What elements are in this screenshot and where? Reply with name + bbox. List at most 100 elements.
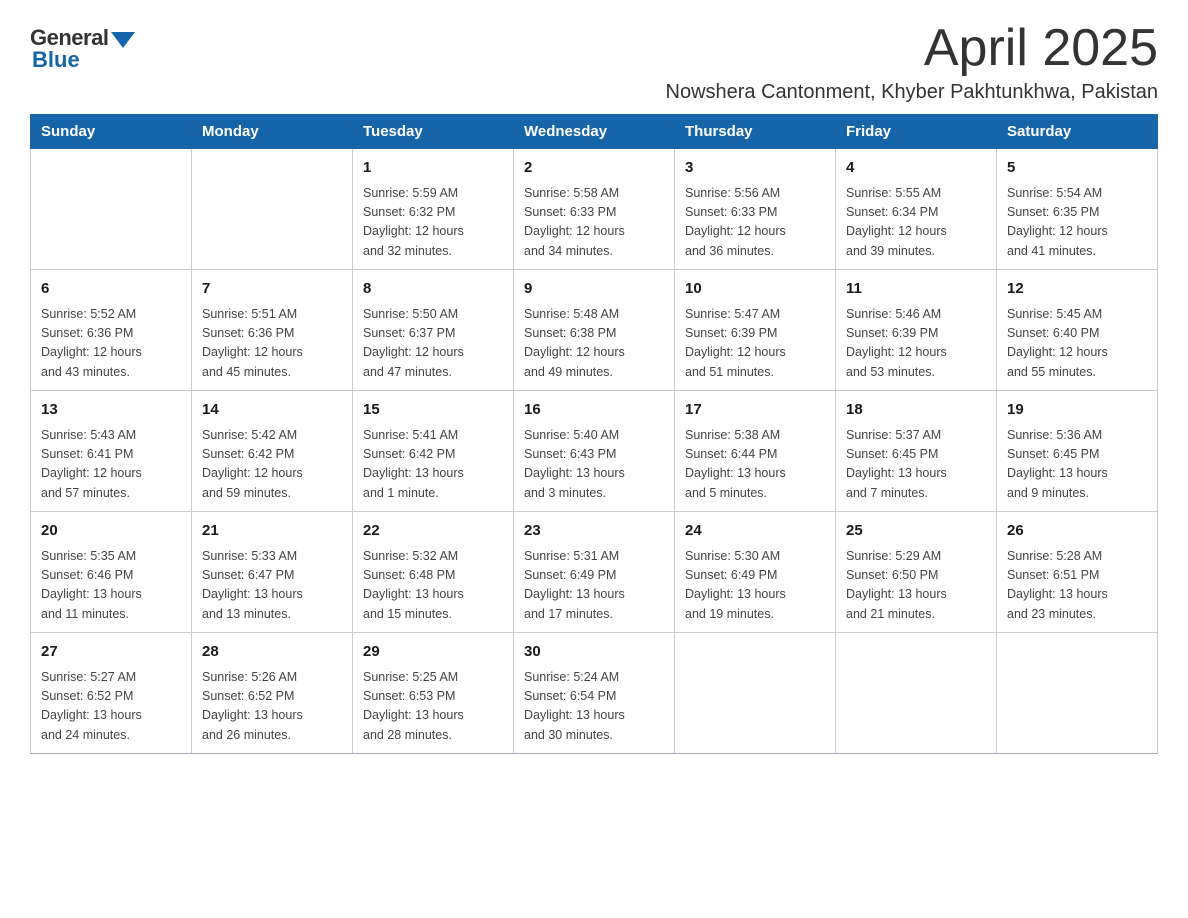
calendar-cell xyxy=(997,633,1158,754)
day-info: Sunrise: 5:27 AM Sunset: 6:52 PM Dayligh… xyxy=(41,668,181,746)
weekday-header-row: SundayMondayTuesdayWednesdayThursdayFrid… xyxy=(31,115,1158,149)
calendar-cell: 21Sunrise: 5:33 AM Sunset: 6:47 PM Dayli… xyxy=(192,512,353,633)
day-info: Sunrise: 5:55 AM Sunset: 6:34 PM Dayligh… xyxy=(846,184,986,262)
calendar-cell xyxy=(836,633,997,754)
calendar-cell: 12Sunrise: 5:45 AM Sunset: 6:40 PM Dayli… xyxy=(997,270,1158,391)
logo-blue-text: Blue xyxy=(32,47,80,73)
calendar-cell: 30 Sunrise: 5:24 AM Sunset: 6:54 PM Dayli… xyxy=(514,633,675,754)
calendar-week-row: 13 Sunrise: 5:43 AM Sunset: 6:41 PM Dayli… xyxy=(31,391,1158,512)
calendar-cell: 11Sunrise: 5:46 AM Sunset: 6:39 PM Dayli… xyxy=(836,270,997,391)
day-info: Sunrise: 5:51 AM Sunset: 6:36 PM Dayligh… xyxy=(202,305,342,383)
calendar-week-row: 6 Sunrise: 5:52 AM Sunset: 6:36 PM Daylig… xyxy=(31,270,1158,391)
day-info: Sunrise: 5:29 AM Sunset: 6:50 PM Dayligh… xyxy=(846,547,986,625)
day-number: 2 xyxy=(524,157,664,180)
day-info: Sunrise: 5:24 AM Sunset: 6:54 PM Dayligh… xyxy=(524,668,664,746)
day-info: Sunrise: 5:58 AM Sunset: 6:33 PM Dayligh… xyxy=(524,184,664,262)
day-info: Sunrise: 5:30 AM Sunset: 6:49 PM Dayligh… xyxy=(685,547,825,625)
day-number: 17 xyxy=(685,399,825,422)
calendar-cell: 29 Sunrise: 5:25 AM Sunset: 6:53 PM Dayli… xyxy=(353,633,514,754)
day-number: 9 xyxy=(524,278,664,301)
calendar-cell xyxy=(675,633,836,754)
calendar-cell: 23 Sunrise: 5:31 AM Sunset: 6:49 PM Dayli… xyxy=(514,512,675,633)
calendar-cell: 26 Sunrise: 5:28 AM Sunset: 6:51 PM Dayli… xyxy=(997,512,1158,633)
weekday-header-thursday: Thursday xyxy=(675,115,836,149)
calendar-cell: 9Sunrise: 5:48 AM Sunset: 6:38 PM Daylig… xyxy=(514,270,675,391)
calendar-cell: 28 Sunrise: 5:26 AM Sunset: 6:52 PM Dayli… xyxy=(192,633,353,754)
day-info: Sunrise: 5:32 AM Sunset: 6:48 PM Dayligh… xyxy=(363,547,503,625)
day-info: Sunrise: 5:33 AM Sunset: 6:47 PM Dayligh… xyxy=(202,547,342,625)
day-info: Sunrise: 5:28 AM Sunset: 6:51 PM Dayligh… xyxy=(1007,547,1147,625)
calendar-cell: 8 Sunrise: 5:50 AM Sunset: 6:37 PM Daylig… xyxy=(353,270,514,391)
calendar-table: SundayMondayTuesdayWednesdayThursdayFrid… xyxy=(30,114,1158,754)
calendar-cell: 10 Sunrise: 5:47 AM Sunset: 6:39 PM Dayli… xyxy=(675,270,836,391)
page-header: General Blue April 2025 Nowshera Cantonm… xyxy=(30,20,1158,104)
calendar-cell: 13 Sunrise: 5:43 AM Sunset: 6:41 PM Dayli… xyxy=(31,391,192,512)
day-number: 14 xyxy=(202,399,342,422)
day-info: Sunrise: 5:43 AM Sunset: 6:41 PM Dayligh… xyxy=(41,426,181,504)
calendar-cell: 4Sunrise: 5:55 AM Sunset: 6:34 PM Daylig… xyxy=(836,149,997,270)
location-title: Nowshera Cantonment, Khyber Pakhtunkhwa,… xyxy=(666,81,1159,104)
day-number: 16 xyxy=(524,399,664,422)
day-number: 22 xyxy=(363,520,503,543)
calendar-cell: 19 Sunrise: 5:36 AM Sunset: 6:45 PM Dayli… xyxy=(997,391,1158,512)
day-number: 10 xyxy=(685,278,825,301)
day-number: 23 xyxy=(524,520,664,543)
day-info: Sunrise: 5:35 AM Sunset: 6:46 PM Dayligh… xyxy=(41,547,181,625)
calendar-cell: 1 Sunrise: 5:59 AM Sunset: 6:32 PM Daylig… xyxy=(353,149,514,270)
day-info: Sunrise: 5:45 AM Sunset: 6:40 PM Dayligh… xyxy=(1007,305,1147,383)
day-info: Sunrise: 5:52 AM Sunset: 6:36 PM Dayligh… xyxy=(41,305,181,383)
day-number: 28 xyxy=(202,641,342,664)
calendar-week-row: 27 Sunrise: 5:27 AM Sunset: 6:52 PM Dayli… xyxy=(31,633,1158,754)
day-info: Sunrise: 5:31 AM Sunset: 6:49 PM Dayligh… xyxy=(524,547,664,625)
day-number: 25 xyxy=(846,520,986,543)
day-number: 8 xyxy=(363,278,503,301)
day-number: 1 xyxy=(363,157,503,180)
day-number: 27 xyxy=(41,641,181,664)
weekday-header-saturday: Saturday xyxy=(997,115,1158,149)
calendar-week-row: 20 Sunrise: 5:35 AM Sunset: 6:46 PM Dayli… xyxy=(31,512,1158,633)
calendar-cell: 14 Sunrise: 5:42 AM Sunset: 6:42 PM Dayli… xyxy=(192,391,353,512)
weekday-header-monday: Monday xyxy=(192,115,353,149)
logo-arrow-icon xyxy=(111,32,135,48)
day-info: Sunrise: 5:41 AM Sunset: 6:42 PM Dayligh… xyxy=(363,426,503,504)
calendar-cell: 25 Sunrise: 5:29 AM Sunset: 6:50 PM Dayli… xyxy=(836,512,997,633)
day-info: Sunrise: 5:40 AM Sunset: 6:43 PM Dayligh… xyxy=(524,426,664,504)
weekday-header-wednesday: Wednesday xyxy=(514,115,675,149)
day-info: Sunrise: 5:38 AM Sunset: 6:44 PM Dayligh… xyxy=(685,426,825,504)
day-info: Sunrise: 5:42 AM Sunset: 6:42 PM Dayligh… xyxy=(202,426,342,504)
logo: General Blue xyxy=(30,20,135,73)
day-info: Sunrise: 5:54 AM Sunset: 6:35 PM Dayligh… xyxy=(1007,184,1147,262)
day-number: 19 xyxy=(1007,399,1147,422)
calendar-cell: 3 Sunrise: 5:56 AM Sunset: 6:33 PM Daylig… xyxy=(675,149,836,270)
day-info: Sunrise: 5:56 AM Sunset: 6:33 PM Dayligh… xyxy=(685,184,825,262)
title-area: April 2025 Nowshera Cantonment, Khyber P… xyxy=(666,20,1159,104)
day-info: Sunrise: 5:25 AM Sunset: 6:53 PM Dayligh… xyxy=(363,668,503,746)
calendar-cell: 17 Sunrise: 5:38 AM Sunset: 6:44 PM Dayli… xyxy=(675,391,836,512)
day-number: 24 xyxy=(685,520,825,543)
calendar-cell xyxy=(31,149,192,270)
day-info: Sunrise: 5:50 AM Sunset: 6:37 PM Dayligh… xyxy=(363,305,503,383)
day-info: Sunrise: 5:46 AM Sunset: 6:39 PM Dayligh… xyxy=(846,305,986,383)
calendar-cell: 24 Sunrise: 5:30 AM Sunset: 6:49 PM Dayli… xyxy=(675,512,836,633)
day-number: 13 xyxy=(41,399,181,422)
day-number: 6 xyxy=(41,278,181,301)
day-number: 29 xyxy=(363,641,503,664)
day-info: Sunrise: 5:26 AM Sunset: 6:52 PM Dayligh… xyxy=(202,668,342,746)
calendar-cell: 27 Sunrise: 5:27 AM Sunset: 6:52 PM Dayli… xyxy=(31,633,192,754)
day-number: 26 xyxy=(1007,520,1147,543)
calendar-cell: 7Sunrise: 5:51 AM Sunset: 6:36 PM Daylig… xyxy=(192,270,353,391)
calendar-cell: 15Sunrise: 5:41 AM Sunset: 6:42 PM Dayli… xyxy=(353,391,514,512)
day-info: Sunrise: 5:36 AM Sunset: 6:45 PM Dayligh… xyxy=(1007,426,1147,504)
calendar-cell: 5Sunrise: 5:54 AM Sunset: 6:35 PM Daylig… xyxy=(997,149,1158,270)
day-number: 3 xyxy=(685,157,825,180)
day-info: Sunrise: 5:47 AM Sunset: 6:39 PM Dayligh… xyxy=(685,305,825,383)
calendar-cell xyxy=(192,149,353,270)
calendar-cell: 22 Sunrise: 5:32 AM Sunset: 6:48 PM Dayli… xyxy=(353,512,514,633)
weekday-header-sunday: Sunday xyxy=(31,115,192,149)
day-info: Sunrise: 5:59 AM Sunset: 6:32 PM Dayligh… xyxy=(363,184,503,262)
day-number: 20 xyxy=(41,520,181,543)
weekday-header-tuesday: Tuesday xyxy=(353,115,514,149)
calendar-cell: 6 Sunrise: 5:52 AM Sunset: 6:36 PM Daylig… xyxy=(31,270,192,391)
calendar-week-row: 1 Sunrise: 5:59 AM Sunset: 6:32 PM Daylig… xyxy=(31,149,1158,270)
day-number: 30 xyxy=(524,641,664,664)
